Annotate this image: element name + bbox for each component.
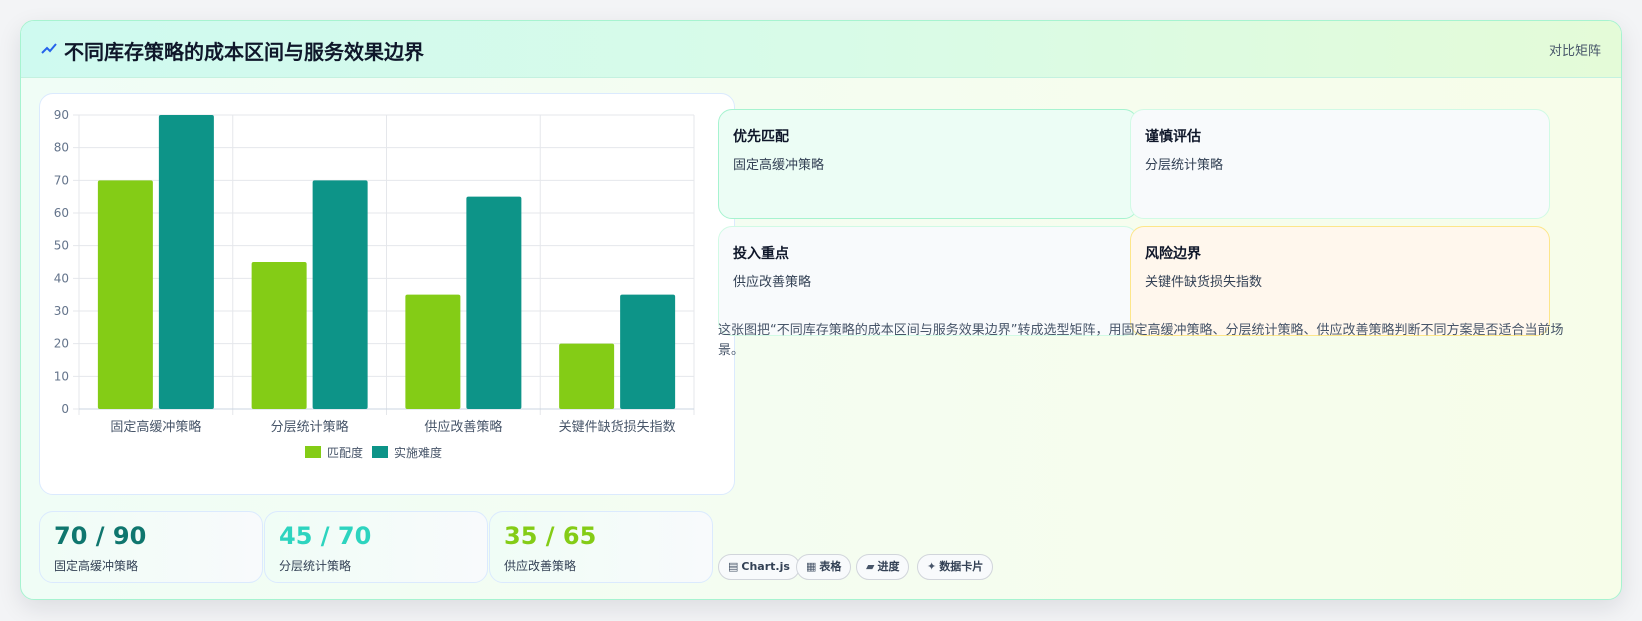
stat-value: 70 / 90 bbox=[54, 522, 147, 550]
tile-title: 谨慎评估 bbox=[1145, 129, 1201, 145]
stat-card: 35 / 65 供应改善策略 bbox=[489, 511, 713, 583]
chip-label: 表格 bbox=[819, 560, 842, 573]
tile-desc: 分层统计策略 bbox=[1145, 158, 1224, 173]
stat-value: 35 / 65 bbox=[504, 522, 597, 550]
chip-label: Chart.js bbox=[741, 560, 790, 573]
bar-difficulty bbox=[466, 196, 522, 409]
bar-match bbox=[251, 262, 307, 409]
tile-title: 投入重点 bbox=[733, 246, 789, 262]
y-tick-label: 30 bbox=[54, 304, 69, 318]
y-tick-label: 10 bbox=[54, 369, 69, 383]
legend-swatch bbox=[372, 446, 388, 458]
bar-difficulty bbox=[158, 115, 214, 409]
tile-desc: 固定高缓冲策略 bbox=[733, 158, 825, 173]
legend-label: 实施难度 bbox=[394, 445, 442, 460]
chip-table[interactable]: ▦ 表格 bbox=[796, 554, 852, 580]
description-text: 这张图把“不同库存策略的成本区间与服务效果边界”转成选型矩阵，用固定高缓冲策略、… bbox=[718, 323, 1564, 358]
y-tick-label: 90 bbox=[54, 108, 69, 122]
tile-invest-focus: 投入重点 供应改善策略 bbox=[718, 226, 1138, 336]
chip-progress[interactable]: ▰ 进度 bbox=[856, 554, 910, 580]
trend-icon bbox=[41, 43, 57, 54]
tile-risk-boundary: 风险边界 关键件缺货损失指数 bbox=[1130, 226, 1550, 336]
tile-desc: 关键件缺货损失指数 bbox=[1145, 275, 1263, 290]
table-icon: ▦ bbox=[806, 560, 817, 573]
stat-label: 固定高缓冲策略 bbox=[54, 559, 139, 573]
matrix-card: 不同库存策略的成本区间与服务效果边界 对比矩阵 0 10 20 30 40 50 60 70 8… bbox=[20, 20, 1622, 600]
x-tick-label: 固定高缓冲策略 bbox=[110, 419, 201, 435]
chart-panel: 0 10 20 30 40 50 60 70 80 90 固定高缓冲策略 分层统计策略 供应改善策略 关键… bbox=[39, 93, 735, 495]
x-tick-label: 供应改善策略 bbox=[424, 419, 502, 435]
tile-desc: 供应改善策略 bbox=[733, 275, 812, 290]
y-tick-label: 60 bbox=[54, 206, 69, 220]
chip-chartjs[interactable]: ▤ Chart.js bbox=[718, 554, 800, 580]
legend-label: 匹配度 bbox=[327, 445, 363, 460]
chip-data-card[interactable]: ✦ 数据卡片 bbox=[917, 554, 994, 580]
y-tick-label: 80 bbox=[54, 141, 69, 155]
chip-label: 进度 bbox=[877, 560, 900, 573]
y-tick-label: 20 bbox=[54, 337, 69, 351]
tile-title: 风险边界 bbox=[1145, 246, 1201, 262]
stat-value: 45 / 70 bbox=[279, 522, 372, 550]
y-tick-label: 40 bbox=[54, 271, 69, 285]
y-tick-label: 70 bbox=[54, 173, 69, 187]
sparkle-icon: ✦ bbox=[927, 560, 937, 573]
bar-match bbox=[405, 294, 461, 409]
header-tag: 对比矩阵 bbox=[1548, 44, 1601, 59]
stat-label: 分层统计策略 bbox=[279, 559, 352, 573]
stat-card: 45 / 70 分层统计策略 bbox=[264, 511, 488, 583]
page-title: 不同库存策略的成本区间与服务效果边界 bbox=[64, 40, 424, 64]
x-tick-label: 分层统计策略 bbox=[271, 419, 349, 435]
bar-chart: 0 10 20 30 40 50 60 70 80 90 固定高缓冲策略 分层统计策略 供应改善策略 关键… bbox=[54, 108, 695, 460]
card-header: 不同库存策略的成本区间与服务效果边界 对比矩阵 bbox=[21, 21, 1621, 78]
y-tick-label: 50 bbox=[54, 239, 69, 253]
bar-difficulty bbox=[620, 294, 676, 409]
stat-card: 70 / 90 固定高缓冲策略 bbox=[39, 511, 263, 583]
bar-difficulty bbox=[312, 180, 368, 409]
stat-label: 供应改善策略 bbox=[504, 559, 577, 573]
legend-swatch bbox=[305, 446, 321, 458]
chart-icon: ▤ bbox=[728, 560, 739, 573]
bar-match bbox=[97, 180, 153, 409]
chip-label: 数据卡片 bbox=[939, 560, 984, 573]
tile-careful-eval: 谨慎评估 分层统计策略 bbox=[1130, 109, 1550, 219]
tile-priority-match: 优先匹配 固定高缓冲策略 bbox=[718, 109, 1138, 219]
tile-title: 优先匹配 bbox=[733, 129, 789, 145]
x-tick-label: 关键件缺货损失指数 bbox=[559, 419, 676, 435]
bar-match bbox=[559, 343, 615, 409]
y-tick-label: 0 bbox=[61, 402, 69, 416]
progress-icon: ▰ bbox=[866, 560, 875, 573]
